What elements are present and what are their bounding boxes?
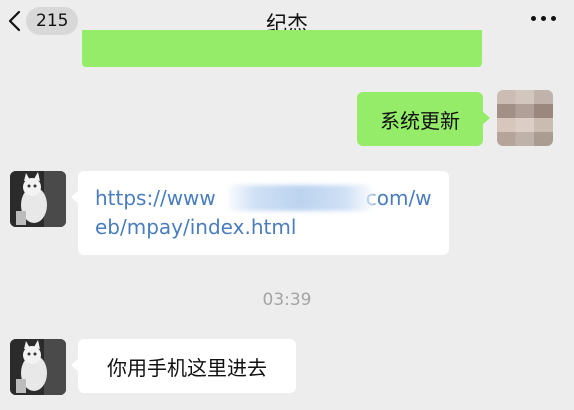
self-avatar[interactable] [497,90,553,146]
incoming-message-bubble[interactable]: 你用手机这里进去 [71,339,296,393]
message-text: 你用手机这里进去 [107,355,267,380]
message-text: 系统更新 [380,108,460,133]
previous-message-bubble[interactable] [82,30,482,67]
contact-avatar[interactable] [10,171,66,227]
message-timestamp: 03:39 [262,290,312,310]
cat-avatar-icon [10,171,66,227]
outgoing-message-bubble[interactable]: 系统更新 [357,92,490,146]
contact-avatar[interactable] [10,339,66,395]
redaction-blur [225,185,375,211]
more-dots-icon[interactable] [531,16,556,21]
link-message-bubble[interactable]: https://www com/web/mpay/index.html [71,171,449,255]
cat-avatar-icon [10,339,66,395]
